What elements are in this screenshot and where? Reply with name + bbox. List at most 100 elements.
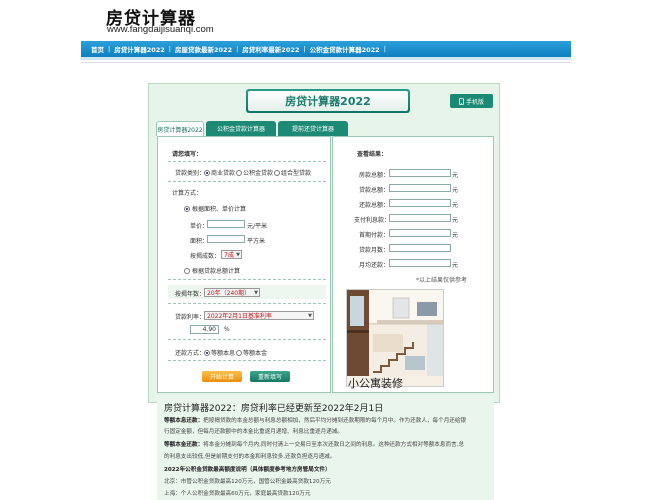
divider [168,360,326,361]
tab-mortgage-calculator[interactable]: 房贷计算器2022 [156,121,204,136]
apartment-decor-photo[interactable] [346,289,444,387]
method-by-total-radio[interactable] [184,267,190,274]
result-repay-total-label: 还款总额： [359,202,390,209]
years-value: 20年（240期） [207,290,251,297]
result-interest-label: 支付利息款： [354,217,391,224]
calculator-title-box: 房贷计算器2022 [246,89,410,113]
area-label: 面积： [190,238,209,245]
mortgage-ratio-value: 7成 [224,252,234,259]
loan-type-provident-radio[interactable] [236,169,243,176]
divider [168,181,326,182]
unit-price-unit: 元/平米 [247,223,268,230]
article-line-text: 上海：个人公积金贷款最高60万元，家庭最高贷款120万元 [164,491,311,497]
repay-method-label: 还款方式： [175,350,206,357]
apartment-interior-image [347,290,443,376]
divider [168,161,326,162]
rate-select[interactable]: 2022年2月1日基准利率 ▼ [204,311,314,320]
article-line: 行固定金额，但每月还款额中的本金比重逐月递增、利息比重逐月递减。 [164,427,343,435]
nav-provident-fund-calculator[interactable]: 公积金贷款计算器2022 [306,44,384,54]
method-by-area-radio[interactable] [184,205,190,212]
article-line-text: 行固定金额，但每月还款额中的本金比重逐月递增、利息比重逐月递减。 [164,429,344,435]
result-unit: 元 [452,187,459,194]
article-line-head: 等额本金还款： [164,442,204,448]
result-repay-total-field[interactable] [389,199,451,207]
mobile-version-label: 手机版 [465,98,484,106]
result-loan-months-label: 贷款月数： [359,247,390,254]
site-logo-url[interactable]: www.fangdaijisuanqi.com [107,24,214,35]
phone-icon [459,97,464,105]
main-nav: 首页 | 房贷计算器2022 | 房屋贷款最新2022 | 房贷利率最新2022… [81,41,571,57]
mortgage-ratio-label: 按揭成数： [190,253,221,260]
result-down-payment-field[interactable] [389,229,451,237]
nav-underline [81,57,571,60]
nav-separator: | [383,45,386,53]
article-line: 等额本息还款：把按揭贷款的本金总额与利息总额相加，然后平均分摊到还款期限的每个月… [164,416,466,424]
article-line-text: 将本金分摊到每个月内,同时付清上一交易日至本次还款日之间的利息。这种还款方式相对… [203,442,465,448]
results-disclaimer: *以上结果仅供参考 [416,277,468,284]
result-house-total-field[interactable] [389,169,451,177]
article-line-text: 把按揭贷款的本金总额与利息总额相加，然后平均分摊到还款期限的每个月中。作为还款人… [203,418,467,424]
area-unit: 平方米 [247,238,266,245]
method-by-area-label: 根据面积、单价计算 [192,206,247,213]
article-line: 等额本金还款：将本金分摊到每个月内,同时付清上一交易日至本次还款日之间的利息。这… [164,440,464,448]
repay-method-group: 等额本息 等额本金 [204,348,267,357]
result-loan-total-field[interactable] [389,184,451,192]
loan-type-commercial-radio[interactable] [204,169,210,176]
divider [168,303,326,304]
result-unit: 元 [452,172,459,179]
nav-home[interactable]: 首页 [87,44,108,54]
repay-equal-installment-radio[interactable] [204,349,210,356]
years-select[interactable]: 20年（240期） ▼ [204,288,260,297]
reset-form-button[interactable]: 重新填写 [250,371,290,382]
result-interest-field[interactable] [389,214,451,222]
article-line: 2022年公积金贷款最高额度说明（具体额度参考地方房管局文件） [164,465,331,473]
rate-number-input[interactable]: 4.90 [190,325,219,334]
result-loan-total-label: 贷款总额： [359,187,390,194]
form-section-title: 请您填写： [172,151,203,158]
rate-value: 2022年2月1日基准利率 [207,313,272,320]
calc-method-label: 计算方式： [172,190,203,197]
mobile-version-button[interactable]: 手机版 [450,94,493,108]
article-line-text: 北京：市管公积金贷款最高120万元，国管公积金最高贷款120万元 [164,479,331,485]
method-by-area-option: 根据面积、单价计算 [184,204,246,213]
loan-type-combined-radio[interactable] [274,169,281,176]
chevron-down-icon: ▼ [308,312,312,319]
nav-mortgage-calculator[interactable]: 房贷计算器2022 [110,44,169,54]
area-input[interactable] [207,235,245,243]
nav-housing-loan[interactable]: 房屋贷款最新2022 [171,44,236,54]
article-line: 的利息支出较低,但是前期支付的本金和利息较多,还款负担逐月递减。 [164,452,335,460]
repay-equal-principal-label: 等额本金 [243,350,268,357]
divider [168,279,326,280]
unit-price-input[interactable] [207,220,245,228]
years-label: 按揭年数： [175,291,206,298]
unit-price-label: 单价： [190,223,209,230]
divider [168,339,326,340]
result-monthly-payment-label: 月均还款： [359,262,390,269]
article-line: 上海：个人公积金贷款最高60万元，家庭最高贷款120万元 [164,489,310,497]
loan-type-group: 商业贷款 公积金贷款 组合型贷款 [204,168,311,177]
article-line-head: 等额本息还款： [164,418,204,424]
repay-equal-installment-label: 等额本息 [211,350,236,357]
repay-equal-principal-radio[interactable] [236,349,243,356]
result-unit: 元 [452,232,459,239]
result-loan-months-field[interactable] [389,244,451,252]
method-by-total-label: 根据贷款总额计算 [192,268,241,275]
result-unit: 元 [452,202,459,209]
nav-loan-rates[interactable]: 房贷利率最新2022 [238,44,303,54]
result-unit: 元 [452,217,459,224]
article-title: 房贷计算器2022：房贷利率已经更新至2022年2月1日 [164,404,384,414]
promo-caption[interactable]: 小公寓装修 [348,375,403,391]
tab-provident-fund-calculator[interactable]: 公积金贷款计算器 [206,121,276,136]
start-calculate-button[interactable]: 开始计算 [202,371,242,382]
rate-label: 贷款利率： [175,314,206,321]
rate-percent-unit: % [224,326,230,333]
loan-type-combined-label: 组合型贷款 [281,170,312,177]
mortgage-ratio-select[interactable]: 7成 ▼ [221,250,242,259]
chevron-down-icon: ▼ [254,289,258,296]
article-line: 北京：市管公积金贷款最高120万元，国管公积金最高贷款120万元 [164,477,331,485]
tab-prepayment-calculator[interactable]: 提前还贷计算器 [278,121,348,136]
result-unit: 元 [452,262,459,269]
result-monthly-payment-field[interactable] [389,259,451,267]
nav-divider [81,62,571,63]
loan-type-label: 贷款类别： [175,170,206,177]
